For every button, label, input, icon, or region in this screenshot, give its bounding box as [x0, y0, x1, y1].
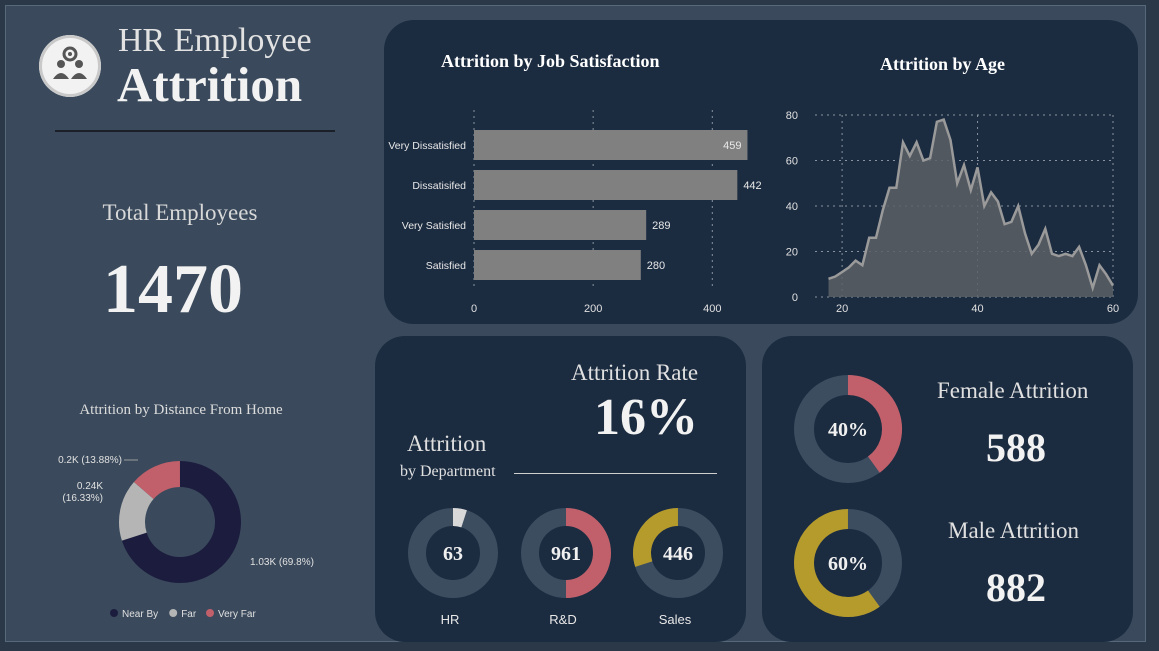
donut-label: Sales: [659, 612, 692, 627]
department-divider: [514, 473, 717, 474]
donut-slice: [119, 482, 155, 541]
x-tick-label: 200: [584, 303, 602, 315]
attrition-rate-label: Attrition Rate: [571, 360, 699, 385]
female-attrition-label: Female Attrition: [937, 378, 1089, 403]
y-tick-label: 60: [786, 156, 798, 168]
data-label: (16.33%): [62, 493, 103, 504]
area-fill: [828, 119, 1113, 297]
legend-label: Near By: [122, 609, 158, 620]
x-tick-label: 60: [1107, 303, 1119, 315]
donut-value: 446: [663, 543, 693, 565]
category-label: Dissatisifed: [412, 180, 466, 192]
department-title: Attrition: [407, 431, 487, 456]
legend-marker: [110, 609, 118, 617]
category-label: Satisfied: [426, 260, 466, 272]
distance-donut-chart: 1.03K (69.8%) 0.24K(16.33%) 0.2K (13.88%) N…: [58, 455, 314, 620]
x-tick-label: 400: [703, 303, 721, 315]
donut-slice: [452, 508, 467, 528]
data-label: 0.24K: [77, 481, 103, 492]
y-tick-label: 20: [786, 247, 798, 259]
data-label: 289: [652, 220, 670, 232]
data-label: 442: [743, 180, 761, 192]
donut-percent-label: 40%: [828, 419, 868, 441]
donut-value: 63: [443, 543, 463, 565]
total-employees-value: 1470: [103, 251, 243, 328]
bar: [474, 250, 641, 280]
female-attrition-value: 588: [986, 425, 1046, 470]
team-gear-icon: [53, 46, 87, 79]
y-tick-label: 0: [792, 292, 798, 304]
male-attrition-value: 882: [986, 565, 1046, 610]
donut-value: 961: [551, 543, 581, 565]
attrition-rate-value: 16%: [594, 389, 698, 446]
age-area-chart: 0 20 40 60 80 20 40 60: [786, 110, 1119, 315]
job-satisfaction-chart: 0 200 400 Very Dissatisfied 459 Dissatisifed 4…: [388, 110, 762, 315]
legend-marker: [206, 609, 214, 617]
total-employees-label: Total Employees: [102, 200, 258, 225]
donut-percent-label: 60%: [828, 553, 868, 575]
department-donuts: 63 HR 961 R&D 446 Sales: [408, 508, 723, 627]
bar: [474, 210, 647, 240]
bar: [474, 170, 738, 200]
header-divider: [55, 130, 335, 132]
donut-label: R&D: [549, 612, 576, 627]
x-tick-label: 0: [471, 303, 477, 315]
job-satisfaction-title: Attrition by Job Satisfaction: [441, 51, 660, 71]
donut-label: HR: [441, 612, 460, 627]
category-label: Very Satisfied: [402, 220, 466, 232]
legend-label: Very Far: [218, 609, 256, 620]
data-label: 0.2K (13.88%): [58, 455, 122, 466]
department-subtitle: by Department: [400, 463, 496, 480]
y-tick-label: 80: [786, 110, 798, 122]
title-line2: Attrition: [117, 57, 303, 112]
gender-donuts: 40% 60%: [794, 375, 902, 617]
age-chart-title: Attrition by Age: [880, 54, 1005, 74]
legend-label: Far: [181, 609, 197, 620]
donut-slice: [133, 461, 181, 500]
title-line1: HR Employee: [118, 22, 312, 59]
y-tick-label: 40: [786, 201, 798, 213]
data-label: 1.03K (69.8%): [250, 557, 314, 568]
distance-chart-title: Attrition by Distance From Home: [79, 402, 283, 418]
logo-badge: [39, 35, 101, 97]
x-tick-label: 40: [971, 303, 983, 315]
x-tick-label: 20: [836, 303, 848, 315]
bar: [474, 130, 748, 160]
data-label: 280: [647, 260, 665, 272]
male-attrition-label: Male Attrition: [948, 518, 1079, 543]
legend-marker: [169, 609, 178, 617]
data-label: 459: [723, 140, 741, 152]
category-label: Very Dissatisfied: [388, 140, 466, 152]
